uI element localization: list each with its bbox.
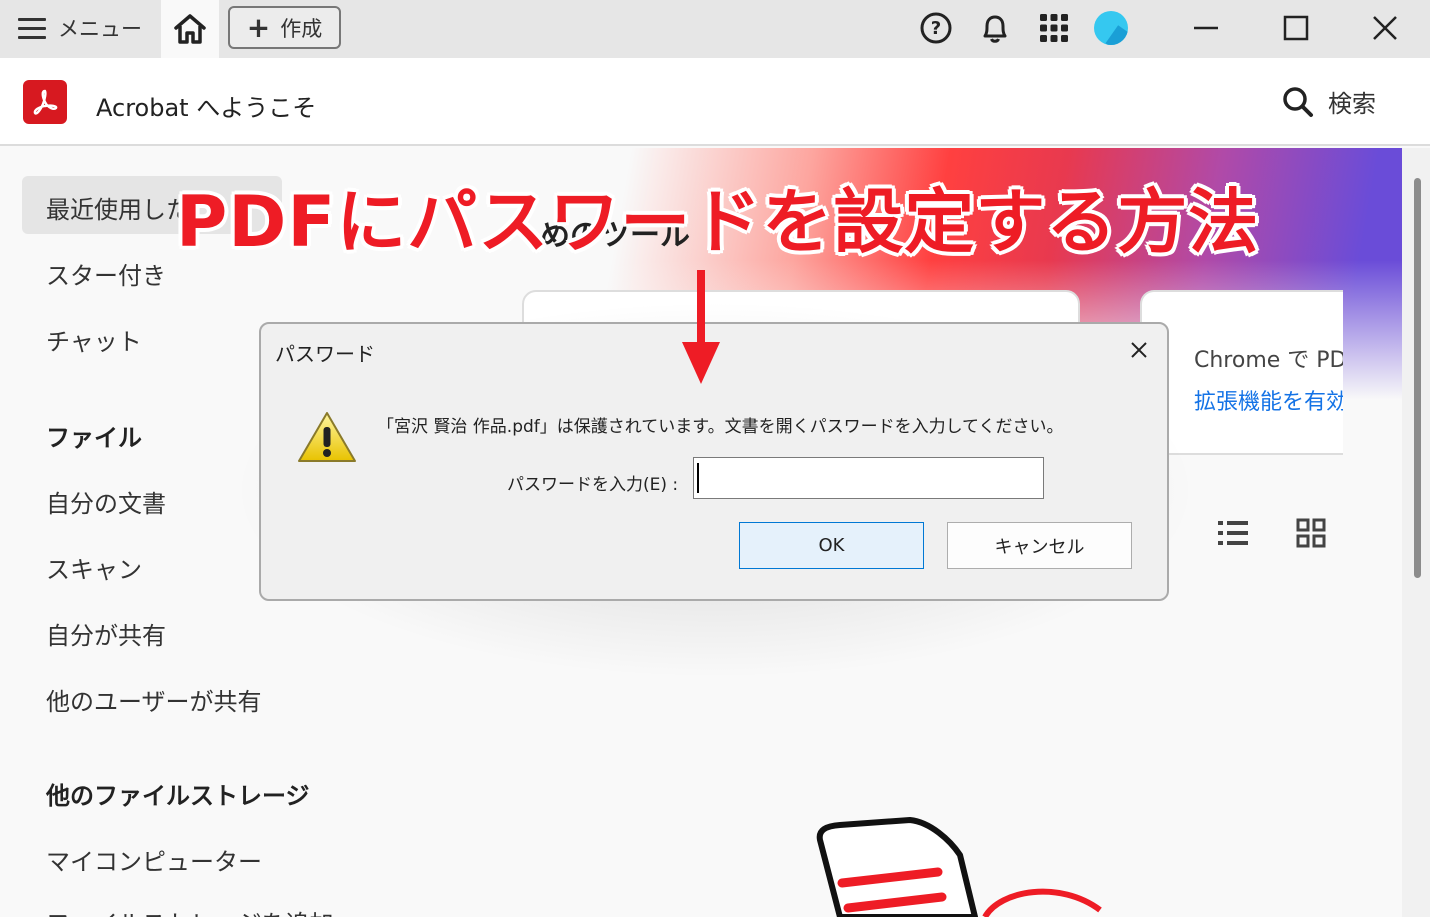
sidebar-item-add-storage[interactable]: ファイルストレージを追加 <box>46 904 334 917</box>
sidebar-item-starred[interactable]: スター付き <box>46 256 166 291</box>
home-icon <box>174 14 206 44</box>
search-button[interactable]: 検索 <box>1282 84 1376 119</box>
user-avatar[interactable] <box>1094 11 1128 45</box>
list-view-icon <box>1218 521 1248 545</box>
create-button[interactable]: + 作成 <box>228 6 341 49</box>
apps-button[interactable] <box>1036 10 1072 46</box>
title-bar: メニュー + 作成 ? <box>0 0 1430 58</box>
sidebar-section-files: ファイル <box>46 424 142 452</box>
close-icon <box>1373 16 1397 40</box>
app-header: Acrobat へようこそ 検索 <box>0 58 1430 146</box>
hamburger-icon <box>18 17 46 39</box>
sidebar-item-my-computer[interactable]: マイコンピューター <box>46 842 262 877</box>
close-icon <box>1131 342 1147 358</box>
text-caret <box>697 463 699 493</box>
dialog-title: パスワード <box>275 342 375 366</box>
ok-button[interactable]: OK <box>739 522 924 569</box>
help-icon: ? <box>920 12 952 44</box>
cancel-button[interactable]: キャンセル <box>947 522 1132 569</box>
help-button[interactable]: ? <box>918 10 954 46</box>
sidebar-item-my-documents[interactable]: 自分の文書 <box>46 484 166 519</box>
minimize-icon <box>1194 26 1218 30</box>
bell-icon <box>983 15 1007 43</box>
svg-text:?: ? <box>931 18 941 39</box>
sidebar-item-shared-by-others[interactable]: 他のユーザーが共有 <box>46 682 262 717</box>
plus-icon: + <box>246 10 271 44</box>
document-illustration <box>816 817 1102 917</box>
sidebar-item-shared-by-me[interactable]: 自分が共有 <box>46 616 166 651</box>
create-label: 作成 <box>280 16 323 41</box>
sidebar-section-storage: 他のファイルストレージ <box>46 782 310 810</box>
dialog-message: 「宮沢 賢治 作品.pdf」は保護されています。文書を開くパスワードを入力してく… <box>377 417 1064 437</box>
maximize-button[interactable] <box>1276 8 1316 48</box>
card-title: Chrome で PDF <box>1194 348 1343 373</box>
grid-view-button[interactable] <box>1296 518 1328 548</box>
enable-extension-link[interactable]: 拡張機能を有効 <box>1194 384 1343 416</box>
scrollbar[interactable] <box>1402 148 1430 917</box>
apps-grid-icon <box>1040 14 1068 42</box>
page-title: Acrobat へようこそ <box>96 94 317 122</box>
search-icon <box>1283 86 1313 117</box>
warning-icon <box>298 412 356 462</box>
scrollbar-thumb[interactable] <box>1414 178 1421 578</box>
down-arrow-icon <box>682 270 720 384</box>
list-view-button[interactable] <box>1217 518 1249 548</box>
dialog-close-button[interactable] <box>1127 338 1151 362</box>
maximize-icon <box>1283 15 1309 41</box>
home-tab[interactable] <box>161 0 219 58</box>
menu-label: メニュー <box>58 17 142 41</box>
sidebar-item-scan[interactable]: スキャン <box>46 550 142 585</box>
grid-view-icon <box>1296 518 1326 548</box>
sidebar-item-recent[interactable]: 最近使用した <box>46 190 190 225</box>
menu-button[interactable]: メニュー <box>18 10 142 46</box>
acrobat-logo-icon <box>23 80 67 124</box>
minimize-button[interactable] <box>1186 8 1226 48</box>
notifications-button[interactable] <box>977 10 1013 46</box>
password-label: パスワードを入力(E) : <box>507 475 679 495</box>
password-input[interactable] <box>693 457 1044 499</box>
search-label: 検索 <box>1328 90 1376 118</box>
close-window-button[interactable] <box>1365 8 1405 48</box>
sidebar-item-chat[interactable]: チャット <box>46 322 142 357</box>
tutorial-banner: PDFにパスワードを設定する方法 <box>176 181 1260 263</box>
